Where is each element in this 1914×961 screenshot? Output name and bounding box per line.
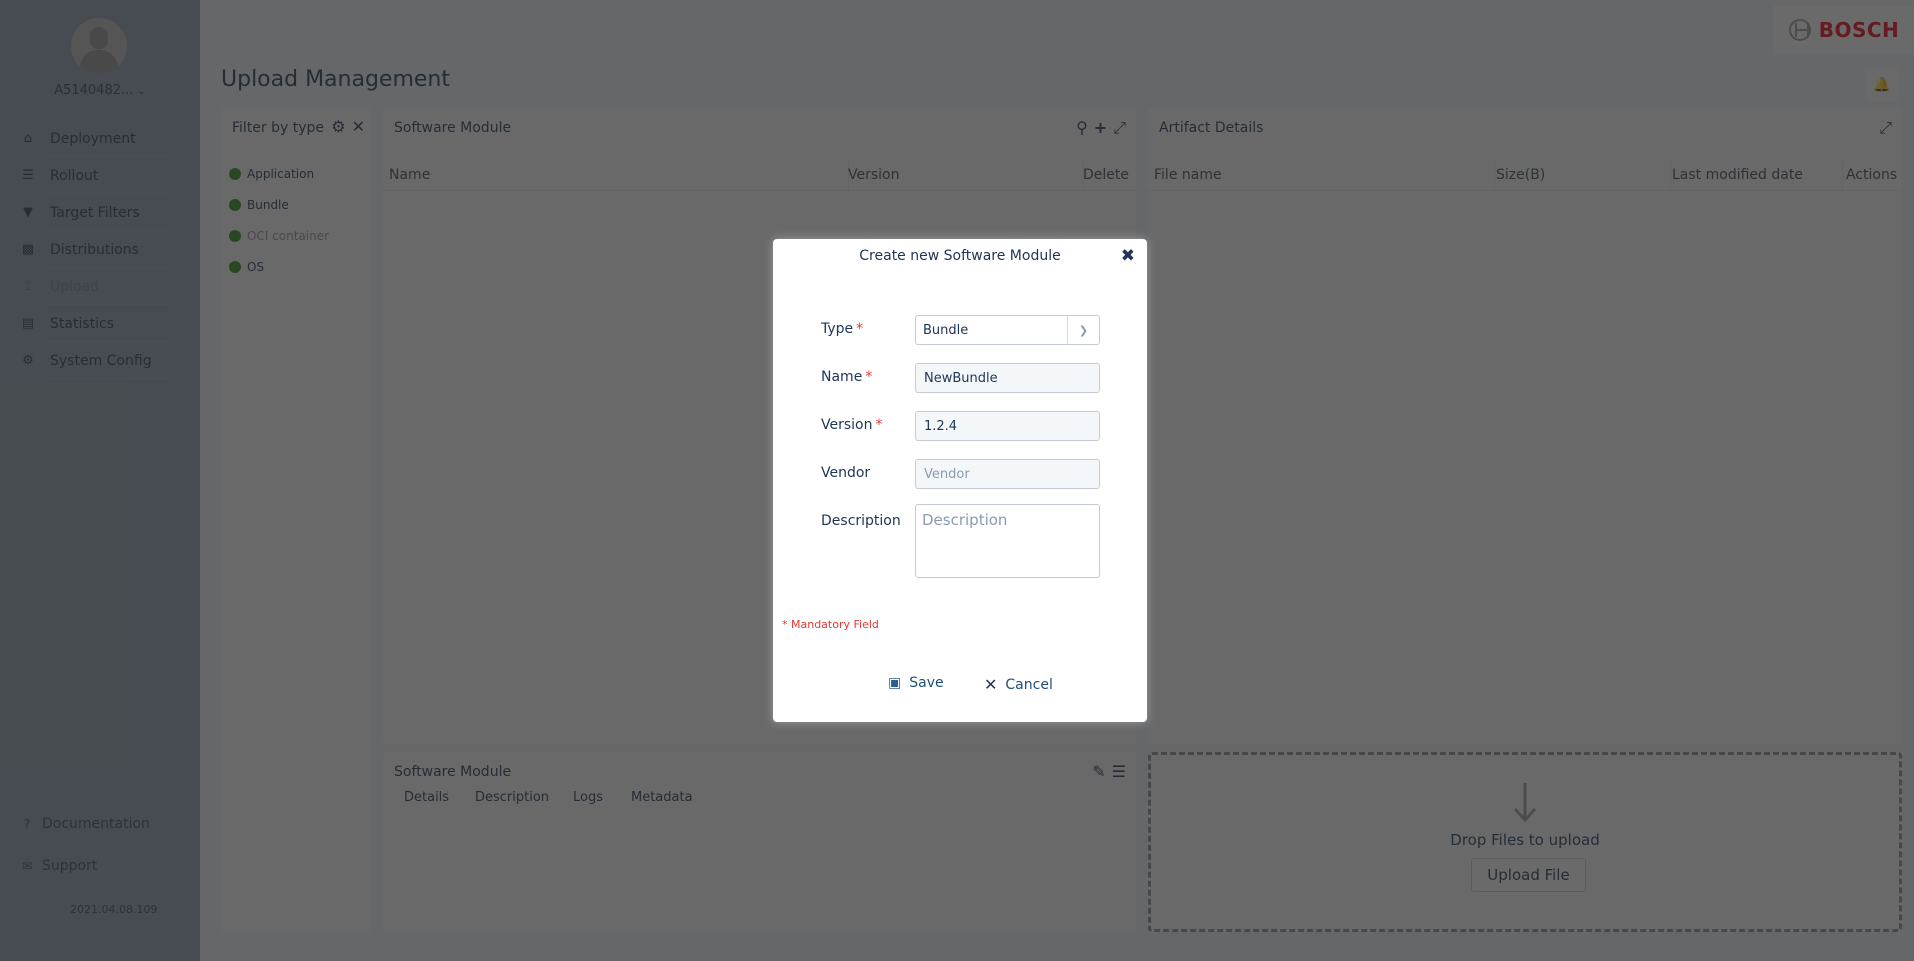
cancel-button[interactable]: ✕ Cancel	[984, 675, 1053, 694]
save-button[interactable]: ▣ Save	[888, 675, 944, 691]
name-label: Name *	[821, 369, 873, 385]
description-label: Description	[821, 513, 901, 529]
create-software-module-dialog: Create new Software Module ✖ Type * Bundl…	[773, 239, 1147, 722]
description-textarea[interactable]	[915, 504, 1100, 578]
mandatory-field-note: * Mandatory Field	[782, 618, 879, 631]
chevron-down-icon[interactable]: ❯	[1067, 316, 1099, 344]
version-input[interactable]	[915, 411, 1100, 441]
close-icon: ✕	[984, 675, 998, 694]
name-input[interactable]	[915, 363, 1100, 393]
save-icon: ▣	[888, 675, 902, 691]
vendor-label: Vendor	[821, 465, 871, 481]
version-label: Version *	[821, 417, 883, 433]
type-label: Type *	[821, 321, 864, 337]
type-select[interactable]: Bundle ❯	[915, 315, 1100, 345]
close-icon[interactable]: ✖	[1121, 246, 1135, 266]
dialog-title: Create new Software Module	[859, 248, 1061, 264]
vendor-input[interactable]	[915, 459, 1100, 489]
